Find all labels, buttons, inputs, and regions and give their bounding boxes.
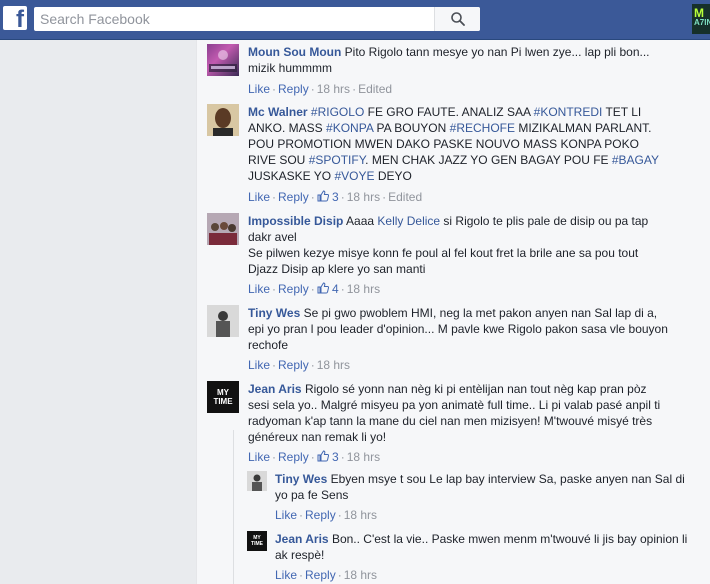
comment-actions: Like · Reply · 18 hrs · Edited — [248, 82, 393, 96]
avatar[interactable] — [247, 471, 267, 491]
text-segment: PA BOUYON — [373, 121, 450, 135]
comment-timestamp[interactable]: 18 hrs — [347, 450, 380, 464]
reply-body: Tiny Wes Ebyen msye t sou Le lap bay int… — [275, 471, 695, 503]
avatar[interactable] — [207, 44, 239, 76]
like-link[interactable]: Like — [275, 508, 297, 522]
comment-text: Rigolo sé yonn nan nèg ki pi entèlijan n… — [248, 382, 661, 444]
hashtag-link[interactable]: #RECHOFE — [450, 121, 515, 135]
comment-body: Impossible Disip Aaaa Kelly Delice si Ri… — [248, 213, 668, 277]
like-link[interactable]: Like — [248, 358, 270, 372]
search-icon — [450, 12, 465, 26]
reply-link[interactable]: Reply — [278, 450, 309, 464]
mention-link[interactable]: Kelly Delice — [377, 214, 440, 228]
reply-link[interactable]: Reply — [278, 358, 309, 372]
hashtag-link[interactable]: #SPOTIFY — [309, 153, 365, 167]
avatar-image — [207, 213, 239, 245]
hashtag-link[interactable]: #RIGOLO — [311, 105, 364, 119]
reply-link[interactable]: Reply — [278, 82, 309, 96]
avatar-image — [247, 471, 267, 491]
avatar-image — [209, 50, 237, 72]
like-link[interactable]: Like — [248, 282, 270, 296]
comment-timestamp[interactable]: 18 hrs — [317, 358, 350, 372]
reply-thread-line — [233, 430, 234, 584]
comment-text-paragraph: Se pilwen kezye misye konn fe poul al fe… — [248, 246, 639, 276]
reply-body: Jean Aris Bon.. C'est la vie.. Paske mwe… — [275, 531, 695, 563]
top-bar: f M A7IN — [0, 0, 710, 40]
comment-body: Tiny Wes Se pi gwo pwoblem HMI, neg la m… — [248, 305, 668, 353]
comment-body: Moun Sou Moun Pito Rigolo tann mesye yo … — [248, 44, 668, 76]
reply-author[interactable]: Jean Aris — [275, 532, 329, 546]
comment-timestamp[interactable]: 18 hrs — [317, 82, 350, 96]
search-box — [34, 7, 480, 31]
search-button[interactable] — [434, 7, 480, 31]
comment-text: #RIGOLO FE GRO FAUTE. ANALIZ SAA #KONTRE… — [248, 105, 659, 183]
thumbs-up-icon — [317, 282, 329, 294]
like-count-value: 3 — [332, 190, 339, 204]
reply-link[interactable]: Reply — [305, 568, 336, 582]
comment-author[interactable]: Impossible Disip — [248, 214, 343, 228]
thumbs-up-icon — [317, 450, 329, 462]
thumbs-up-icon — [317, 190, 329, 202]
hashtag-link[interactable]: #VOYE — [334, 169, 374, 183]
comment-actions: Like · Reply · 3 · 18 hrs · Edited — [248, 190, 423, 204]
comment-author[interactable]: Jean Aris — [248, 382, 302, 396]
comment-actions: Like · Reply · 4 · 18 hrs — [248, 282, 381, 296]
reply-link[interactable]: Reply — [278, 282, 309, 296]
avatar[interactable] — [207, 213, 239, 245]
avatar[interactable]: MY TIME — [247, 531, 267, 551]
text-segment: . MEN CHAK JAZZ YO GEN BAGAY POU FE — [365, 153, 612, 167]
like-count[interactable]: 3 — [317, 190, 339, 204]
comment-author[interactable]: Tiny Wes — [248, 306, 300, 320]
hashtag-link[interactable]: #BAGAY — [612, 153, 659, 167]
edited-label[interactable]: Edited — [358, 82, 392, 96]
avatar[interactable]: MY TIME — [207, 381, 239, 413]
reply-timestamp[interactable]: 18 hrs — [344, 568, 377, 582]
reply-link[interactable]: Reply — [278, 190, 309, 204]
avatar-text: MY TIME — [251, 535, 263, 547]
avatar-image — [207, 104, 239, 136]
text-segment: DEYO — [374, 169, 412, 183]
logo-letter: f — [16, 6, 24, 30]
avatar-text: MY TIME — [213, 388, 233, 406]
like-link[interactable]: Like — [248, 82, 270, 96]
reply-text: Ebyen msye t sou Le lap bay interview Sa… — [275, 472, 685, 502]
text-segment: FE GRO FAUTE. ANALIZ SAA — [364, 105, 534, 119]
comment-author[interactable]: Moun Sou Moun — [248, 45, 341, 59]
comment-text: Aaaa — [346, 214, 378, 228]
like-link[interactable]: Like — [275, 568, 297, 582]
like-link[interactable]: Like — [248, 190, 270, 204]
search-input[interactable] — [34, 7, 434, 31]
like-count[interactable]: 3 — [317, 450, 339, 464]
edited-label[interactable]: Edited — [388, 190, 422, 204]
corner-app-letter: M — [694, 6, 704, 20]
comment-body: Mc Walner #RIGOLO FE GRO FAUTE. ANALIZ S… — [248, 104, 668, 184]
comment-timestamp[interactable]: 18 hrs — [347, 282, 380, 296]
comment-timestamp[interactable]: 18 hrs — [347, 190, 380, 204]
reply-timestamp[interactable]: 18 hrs — [344, 508, 377, 522]
comment-body: Jean Aris Rigolo sé yonn nan nèg ki pi e… — [248, 381, 668, 445]
reply-text: Bon.. C'est la vie.. Paske mwen menm m't… — [275, 532, 688, 562]
corner-app-label: A7IN — [694, 18, 710, 27]
like-link[interactable]: Like — [248, 450, 270, 464]
text-segment: JUSKASKE YO — [248, 169, 335, 183]
comments-panel: Moun Sou Moun Pito Rigolo tann mesye yo … — [196, 40, 710, 584]
reply-actions: Like · Reply · 18 hrs — [275, 568, 378, 582]
comment-author[interactable]: Mc Walner — [248, 105, 308, 119]
avatar-image — [207, 305, 239, 337]
like-count-value: 3 — [332, 450, 339, 464]
comment-actions: Like · Reply · 18 hrs — [248, 358, 351, 372]
comment-text: Se pi gwo pwoblem HMI, neg la met pakon … — [248, 306, 668, 352]
corner-app-thumbnail[interactable]: M A7IN — [692, 4, 710, 34]
reply-author[interactable]: Tiny Wes — [275, 472, 327, 486]
avatar[interactable] — [207, 305, 239, 337]
hashtag-link[interactable]: #KONTREDI — [534, 105, 603, 119]
reply-link[interactable]: Reply — [305, 508, 336, 522]
avatar[interactable] — [207, 104, 239, 136]
like-count-value: 4 — [332, 282, 339, 296]
facebook-logo[interactable]: f — [3, 6, 27, 30]
comment-actions: Like · Reply · 3 · 18 hrs — [248, 450, 381, 464]
hashtag-link[interactable]: #KONPA — [326, 121, 373, 135]
like-count[interactable]: 4 — [317, 282, 339, 296]
reply-actions: Like · Reply · 18 hrs — [275, 508, 378, 522]
